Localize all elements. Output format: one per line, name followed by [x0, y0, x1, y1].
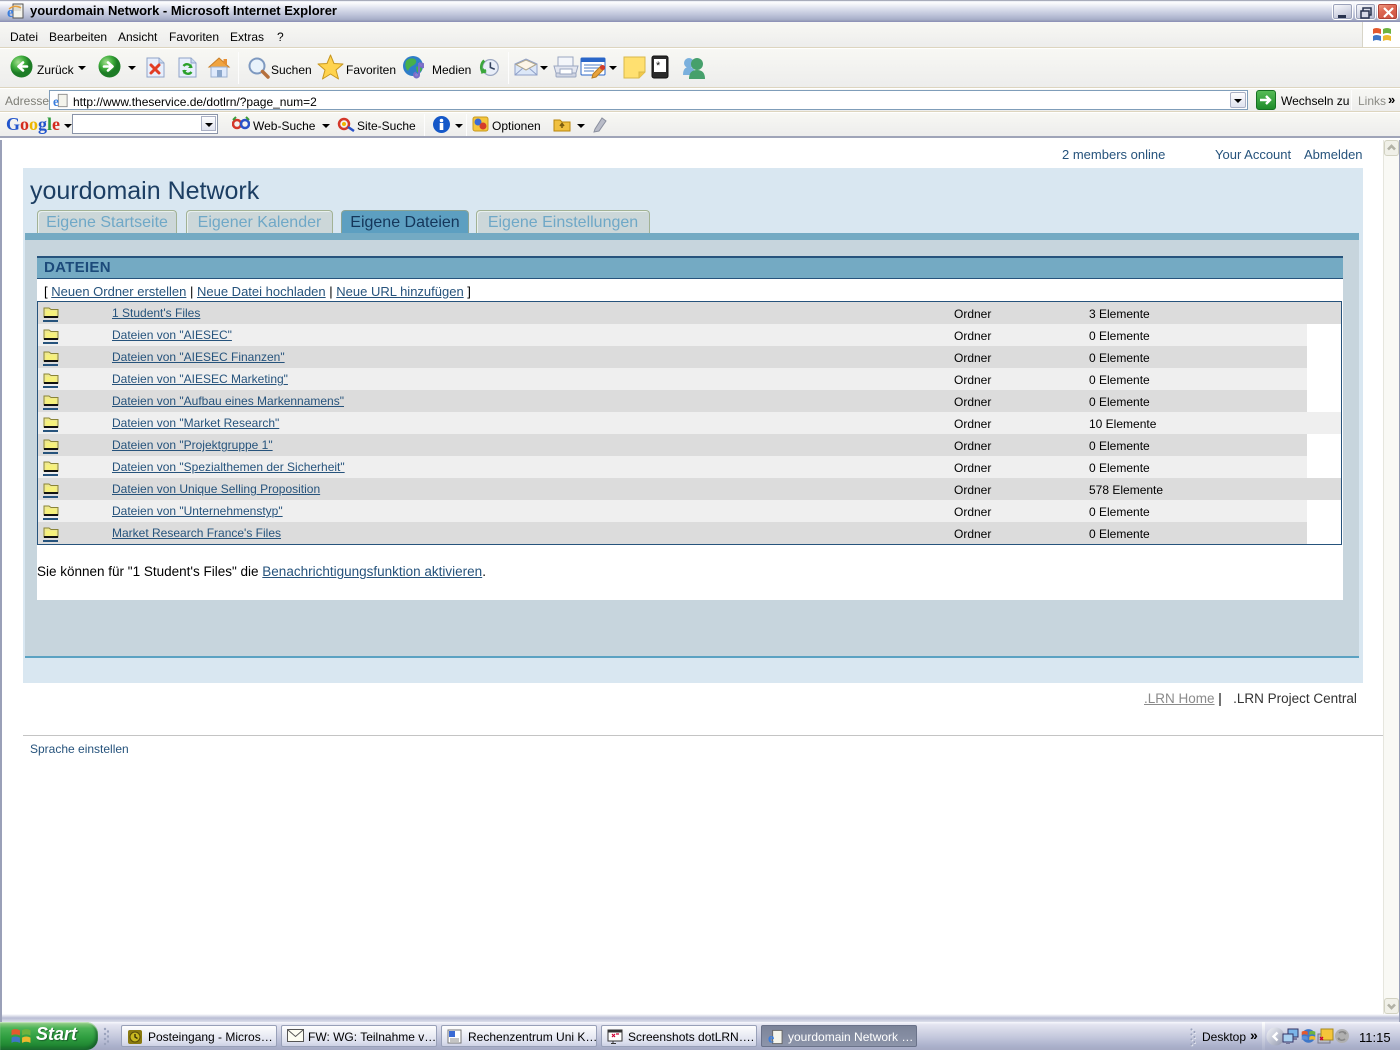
svg-text:*: * [656, 60, 661, 72]
svg-text:e: e [768, 1031, 774, 1045]
svg-text:e: e [53, 94, 59, 108]
